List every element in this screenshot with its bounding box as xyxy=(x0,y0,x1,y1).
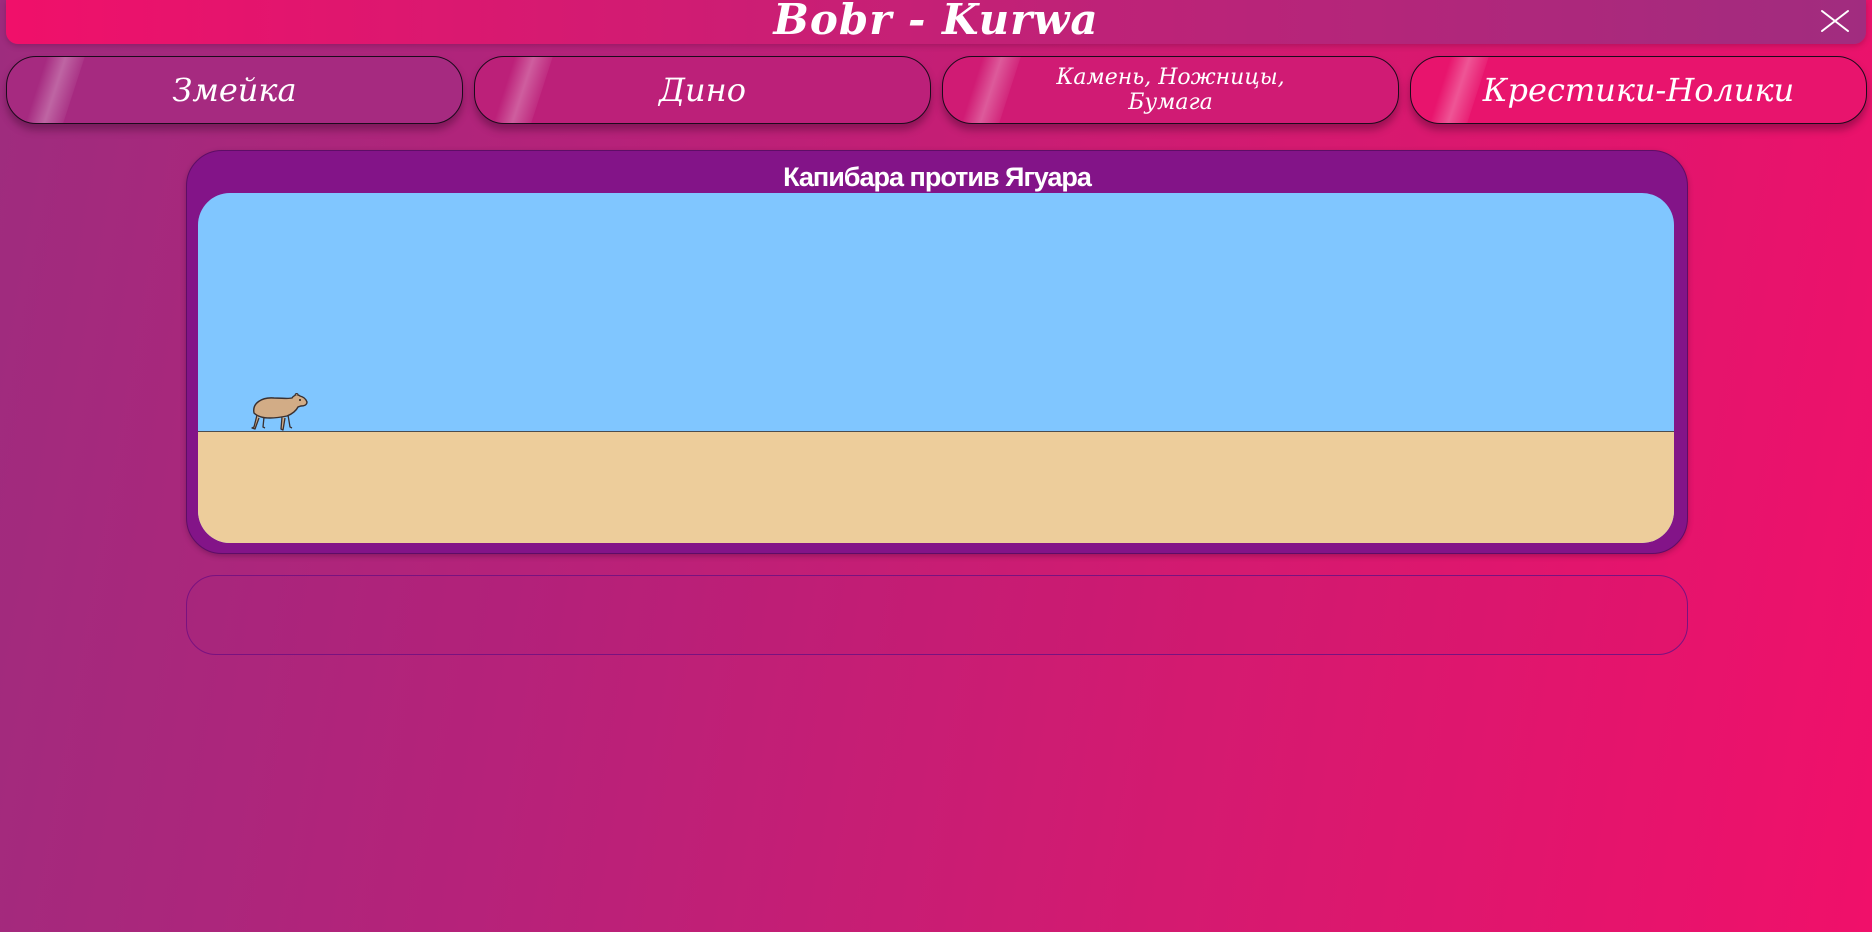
nav-button-snake[interactable]: Змейка xyxy=(6,56,463,124)
app-title: Bobr - Kurwa xyxy=(773,0,1099,44)
app-header: Bobr - Kurwa xyxy=(6,0,1866,44)
button-shine xyxy=(22,57,86,123)
button-shine xyxy=(490,57,554,123)
info-panel xyxy=(186,575,1688,655)
ground xyxy=(198,431,1674,543)
button-shine xyxy=(1426,57,1490,123)
game-panel: Капибара против Ягуара xyxy=(186,150,1688,554)
nav-button-rock-paper-scissors[interactable]: Камень, Ножницы, Бумага xyxy=(942,56,1399,124)
game-canvas[interactable] xyxy=(198,193,1674,543)
nav-button-dino[interactable]: Дино xyxy=(474,56,931,124)
game-title: Капибара против Ягуара xyxy=(783,162,1092,192)
nav-button-label: Крестики-Нолики xyxy=(1482,71,1795,109)
game-nav: Змейка Дино Камень, Ножницы, Бумага Крес… xyxy=(6,56,1867,124)
nav-button-label: Камень, Ножницы, Бумага xyxy=(1056,65,1285,115)
nav-button-label: Змейка xyxy=(172,71,297,109)
nav-button-tic-tac-toe[interactable]: Крестики-Нолики xyxy=(1410,56,1867,124)
capybara-icon xyxy=(251,393,308,431)
close-icon xyxy=(1821,10,1849,32)
close-button[interactable] xyxy=(1820,9,1850,33)
nav-button-label: Дино xyxy=(659,71,746,109)
button-shine xyxy=(958,57,1022,123)
